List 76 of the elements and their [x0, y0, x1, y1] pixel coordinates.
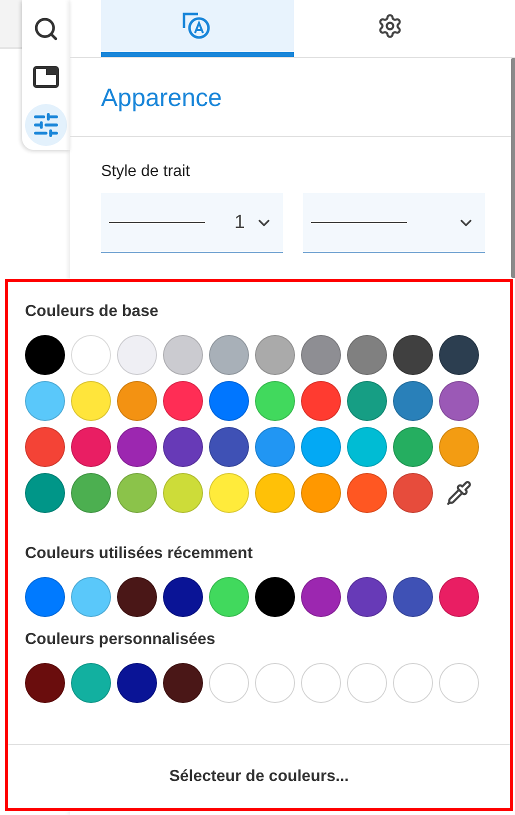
- empty-swatch[interactable]: [393, 663, 433, 703]
- color-swatch[interactable]: [163, 663, 203, 703]
- color-swatch[interactable]: [71, 473, 111, 513]
- color-swatch[interactable]: [71, 577, 111, 617]
- color-swatch[interactable]: [393, 381, 433, 421]
- color-swatch[interactable]: [25, 381, 65, 421]
- color-swatch[interactable]: [71, 427, 111, 467]
- color-swatch[interactable]: [301, 427, 341, 467]
- color-swatch[interactable]: [25, 473, 65, 513]
- color-swatch[interactable]: [255, 381, 295, 421]
- color-swatch[interactable]: [117, 335, 157, 375]
- color-swatch[interactable]: [347, 427, 387, 467]
- color-swatch[interactable]: [347, 335, 387, 375]
- color-swatch[interactable]: [25, 577, 65, 617]
- empty-swatch[interactable]: [255, 663, 295, 703]
- color-swatch[interactable]: [25, 663, 65, 703]
- color-swatch[interactable]: [347, 473, 387, 513]
- color-swatch[interactable]: [255, 473, 295, 513]
- color-swatch[interactable]: [393, 335, 433, 375]
- color-swatch[interactable]: [439, 577, 479, 617]
- empty-swatch[interactable]: [301, 663, 341, 703]
- color-swatch[interactable]: [71, 335, 111, 375]
- line-style-dropdown[interactable]: [303, 193, 485, 253]
- sliders-icon: [32, 111, 60, 139]
- color-swatch[interactable]: [117, 663, 157, 703]
- tab[interactable]: [101, 0, 294, 57]
- color-swatch[interactable]: [393, 427, 433, 467]
- section-heading: Apparence: [70, 58, 515, 137]
- color-swatch[interactable]: [117, 381, 157, 421]
- empty-swatch[interactable]: [209, 663, 249, 703]
- section-title: Couleurs personnalisées: [25, 631, 216, 649]
- line-style-dropdown[interactable]: 1: [101, 193, 283, 253]
- color-swatch[interactable]: [255, 577, 295, 617]
- color-swatch[interactable]: [163, 577, 203, 617]
- eyedropper-icon: [446, 480, 472, 506]
- color-swatch[interactable]: [301, 577, 341, 617]
- color-swatch[interactable]: [209, 577, 249, 617]
- color-swatch[interactable]: [71, 663, 111, 703]
- field-label: Style de trait: [100, 162, 191, 182]
- window-icon: [33, 66, 59, 88]
- section-title: Couleurs de base: [25, 303, 160, 321]
- color-swatch[interactable]: [439, 381, 479, 421]
- color-swatch[interactable]: [71, 381, 111, 421]
- color-swatch[interactable]: [439, 427, 479, 467]
- color-swatch[interactable]: [25, 427, 65, 467]
- color-swatch[interactable]: [209, 473, 249, 513]
- color-swatch[interactable]: [209, 335, 249, 375]
- color-swatch[interactable]: [25, 335, 65, 375]
- search-icon: [33, 16, 59, 42]
- color-swatch[interactable]: [209, 381, 249, 421]
- color-swatch[interactable]: [117, 473, 157, 513]
- color-swatch[interactable]: [439, 335, 479, 375]
- empty-swatch[interactable]: [347, 663, 387, 703]
- color-swatch[interactable]: [163, 473, 203, 513]
- section-title: Couleurs utilisées récemment: [25, 545, 254, 563]
- empty-swatch[interactable]: [439, 663, 479, 703]
- color-swatch[interactable]: [163, 427, 203, 467]
- gear-icon: [376, 13, 403, 39]
- width-value: 1: [234, 212, 245, 234]
- scrollbar[interactable]: [511, 58, 515, 278]
- color-swatch[interactable]: [255, 335, 295, 375]
- color-swatch[interactable]: [393, 473, 433, 513]
- color-swatch[interactable]: [301, 473, 341, 513]
- color-swatch[interactable]: [163, 381, 203, 421]
- color-swatch[interactable]: [117, 427, 157, 467]
- color-swatch[interactable]: [347, 381, 387, 421]
- color-swatch[interactable]: [301, 335, 341, 375]
- color-swatch[interactable]: [393, 577, 433, 617]
- color-swatch[interactable]: [301, 381, 341, 421]
- color-swatch[interactable]: [163, 335, 203, 375]
- color-swatch[interactable]: [347, 577, 387, 617]
- color-picker-button[interactable]: Sélecteur de couleurs...: [159, 762, 359, 792]
- color-swatch[interactable]: [209, 427, 249, 467]
- shape-text-icon: [182, 12, 212, 40]
- color-swatch[interactable]: [117, 577, 157, 617]
- color-swatch[interactable]: [255, 427, 295, 467]
